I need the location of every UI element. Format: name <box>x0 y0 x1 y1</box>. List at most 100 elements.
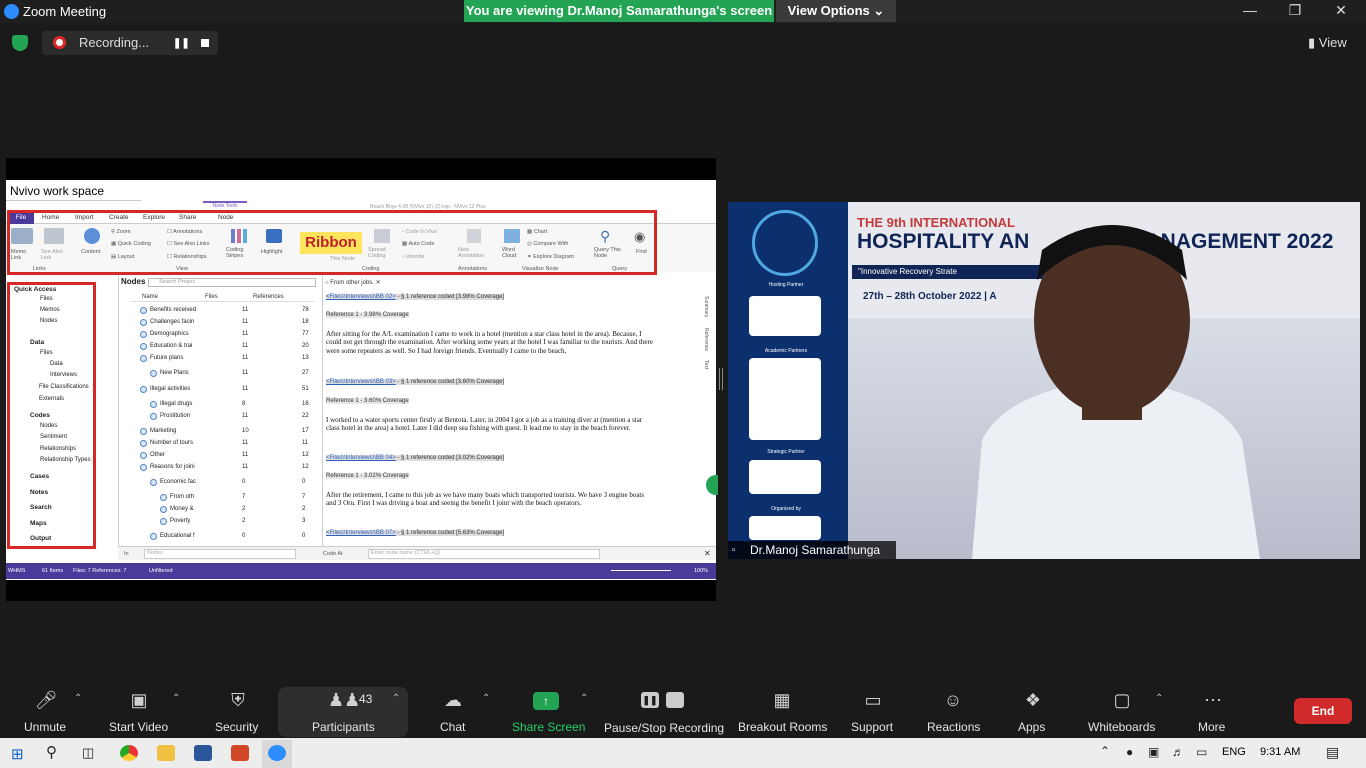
node-row[interactable]: Number of tours 11 11 <box>130 438 314 450</box>
participants-caret[interactable]: ⌃ <box>392 693 400 704</box>
node-row[interactable]: Reasons for joini 11 12 <box>130 462 314 474</box>
view-button[interactable]: ▮ View <box>1308 35 1347 51</box>
node-row[interactable]: Future plans 11 13 <box>130 353 314 365</box>
word-icon[interactable] <box>194 745 212 761</box>
pause-stop-recording-button[interactable]: Pause/Stop Recording <box>604 721 724 735</box>
code-at-bar: In Nodes Code At Enter node name (CTRL+Q… <box>118 546 716 560</box>
file-link[interactable]: <Files\\Interviews\\BB 03> <box>326 379 396 385</box>
node-references: 0 <box>302 479 306 485</box>
split-drag-handle[interactable] <box>719 368 723 390</box>
security-button[interactable]: Security <box>215 720 258 734</box>
notifications-icon[interactable]: ▤ <box>1326 744 1339 761</box>
node-circle-icon <box>140 307 147 314</box>
whiteboards-caret[interactable]: ⌃ <box>1155 693 1163 704</box>
support-button[interactable]: Support <box>851 720 893 734</box>
task-view-icon[interactable]: ◫ <box>82 745 94 761</box>
zoom-app-icon[interactable] <box>268 745 286 761</box>
breakout-rooms-icon[interactable]: ▦ <box>770 690 794 712</box>
status-zoom: 100% <box>694 568 709 574</box>
view-options-button[interactable]: View Options ⌄ <box>776 0 896 22</box>
chrome-icon[interactable] <box>120 745 138 761</box>
tray-battery-icon[interactable]: ▭ <box>1196 745 1207 759</box>
video-options-caret[interactable]: ⌃ <box>172 693 180 704</box>
node-row[interactable]: Challenges facin 11 18 <box>130 317 314 329</box>
node-row[interactable]: Economic fac 0 0 <box>130 477 314 489</box>
search-icon[interactable]: ⚲ <box>46 743 57 761</box>
whiteboards-button[interactable]: Whiteboards <box>1088 720 1155 734</box>
start-video-button[interactable]: Start Video <box>109 720 168 734</box>
apps-icon[interactable]: ❖ <box>1021 690 1045 712</box>
chat-bubble-icon[interactable]: ☁ <box>441 690 465 712</box>
tray-chevron-up-icon[interactable]: ⌃ <box>1100 744 1110 758</box>
more-dots-icon[interactable]: ⋯ <box>1201 690 1225 712</box>
node-row[interactable]: Other 11 12 <box>130 450 314 462</box>
file-link[interactable]: <Files\\Interviews\\BB 04> <box>326 455 396 461</box>
node-row[interactable]: Illegal drugs 8 16 <box>130 399 314 411</box>
col-name[interactable]: Name <box>142 294 158 300</box>
node-row[interactable]: Prostitution 11 22 <box>130 411 314 423</box>
col-files[interactable]: Files <box>205 294 218 300</box>
node-row[interactable]: From oth 7 7 <box>130 492 314 504</box>
nodes-selector[interactable]: Nodes <box>144 549 296 559</box>
side-tab-summary[interactable]: Summary <box>703 296 709 317</box>
participants-label[interactable]: Participants <box>312 720 375 734</box>
restore-icon[interactable]: ❐ <box>1283 2 1307 19</box>
pause-recording-icon[interactable]: ❚❚ <box>173 38 190 49</box>
tray-network-icon[interactable]: ▣ <box>1148 745 1159 759</box>
node-row[interactable]: Marketing 10 17 <box>130 426 314 438</box>
more-button[interactable]: More <box>1198 720 1225 734</box>
powerpoint-icon[interactable] <box>231 745 249 761</box>
close-tab-icon[interactable]: ✕ <box>376 280 381 286</box>
zoom-slider[interactable] <box>611 570 671 571</box>
chat-button[interactable]: Chat <box>440 720 465 734</box>
in-label: In <box>124 551 129 557</box>
node-name-input[interactable]: Enter node name (CTRL+Q) <box>368 549 600 559</box>
reactions-smiley-icon[interactable]: ☺ <box>941 690 965 712</box>
search-project-input[interactable]: Search Project <box>148 278 316 287</box>
node-row[interactable]: Education & trai 11 20 <box>130 341 314 353</box>
end-meeting-button[interactable]: End <box>1294 698 1352 724</box>
stop-recording-icon[interactable] <box>666 692 684 708</box>
node-circle-icon <box>140 355 147 362</box>
stop-recording-icon[interactable] <box>201 39 209 47</box>
windows-start-icon[interactable]: ⊞ <box>11 745 24 763</box>
node-row[interactable]: New Plans 11 27 <box>130 368 314 380</box>
side-tab-reference[interactable]: Reference <box>703 328 709 351</box>
close-icon[interactable]: ✕ <box>1329 2 1353 19</box>
tray-language[interactable]: ENG <box>1222 746 1246 758</box>
tray-mic-icon[interactable]: ● <box>1126 745 1133 759</box>
close-icon[interactable]: ✕ <box>704 549 711 558</box>
reactions-button[interactable]: Reactions <box>927 720 980 734</box>
muted-mic-icon[interactable]: 🎤︎ <box>34 690 58 712</box>
breakout-rooms-button[interactable]: Breakout Rooms <box>738 720 827 734</box>
unmute-button[interactable]: Unmute <box>24 720 66 734</box>
node-row[interactable]: Benefits received 11 78 <box>130 305 314 317</box>
status-user: WHMS <box>8 568 26 574</box>
doc-tab[interactable]: ○ From other jobs. ✕ <box>325 279 381 286</box>
node-row[interactable]: Poverty 2 3 <box>130 516 314 528</box>
whiteboard-icon[interactable]: ▢ <box>1110 690 1134 712</box>
node-row[interactable]: Money & 2 2 <box>130 504 314 516</box>
share-screen-arrow-icon[interactable]: ↑ <box>533 692 559 710</box>
file-link[interactable]: <Files\\Interviews\\BB 07> <box>326 530 396 536</box>
pause-recording-icon[interactable]: ❚❚ <box>641 692 659 708</box>
node-row[interactable]: Demographics 11 77 <box>130 329 314 341</box>
tray-volume-icon[interactable]: ♬ <box>1172 745 1184 759</box>
file-explorer-icon[interactable] <box>157 745 175 761</box>
share-caret[interactable]: ⌃ <box>580 693 588 704</box>
file-link[interactable]: <Files\\Interviews\\BB 02> <box>326 294 396 300</box>
col-references[interactable]: References <box>253 294 284 300</box>
node-row[interactable]: Illegal activities 11 51 <box>130 384 314 396</box>
apps-button[interactable]: Apps <box>1018 720 1045 734</box>
video-off-icon[interactable]: ▣ <box>126 690 152 712</box>
node-row[interactable]: Educational f 0 0 <box>130 531 314 543</box>
share-screen-button[interactable]: Share Screen <box>512 720 585 734</box>
support-icon[interactable]: ▭ <box>861 690 885 712</box>
tray-clock[interactable]: 9:31 AM <box>1260 746 1300 758</box>
participants-icon[interactable]: ♟♟ <box>328 690 360 712</box>
side-tab-text[interactable]: Text <box>703 360 709 369</box>
security-shield-icon[interactable]: ⛨ <box>226 690 250 712</box>
minimize-icon[interactable]: — <box>1238 2 1262 18</box>
chat-caret[interactable]: ⌃ <box>482 693 490 704</box>
audio-options-caret[interactable]: ⌃ <box>74 693 82 704</box>
